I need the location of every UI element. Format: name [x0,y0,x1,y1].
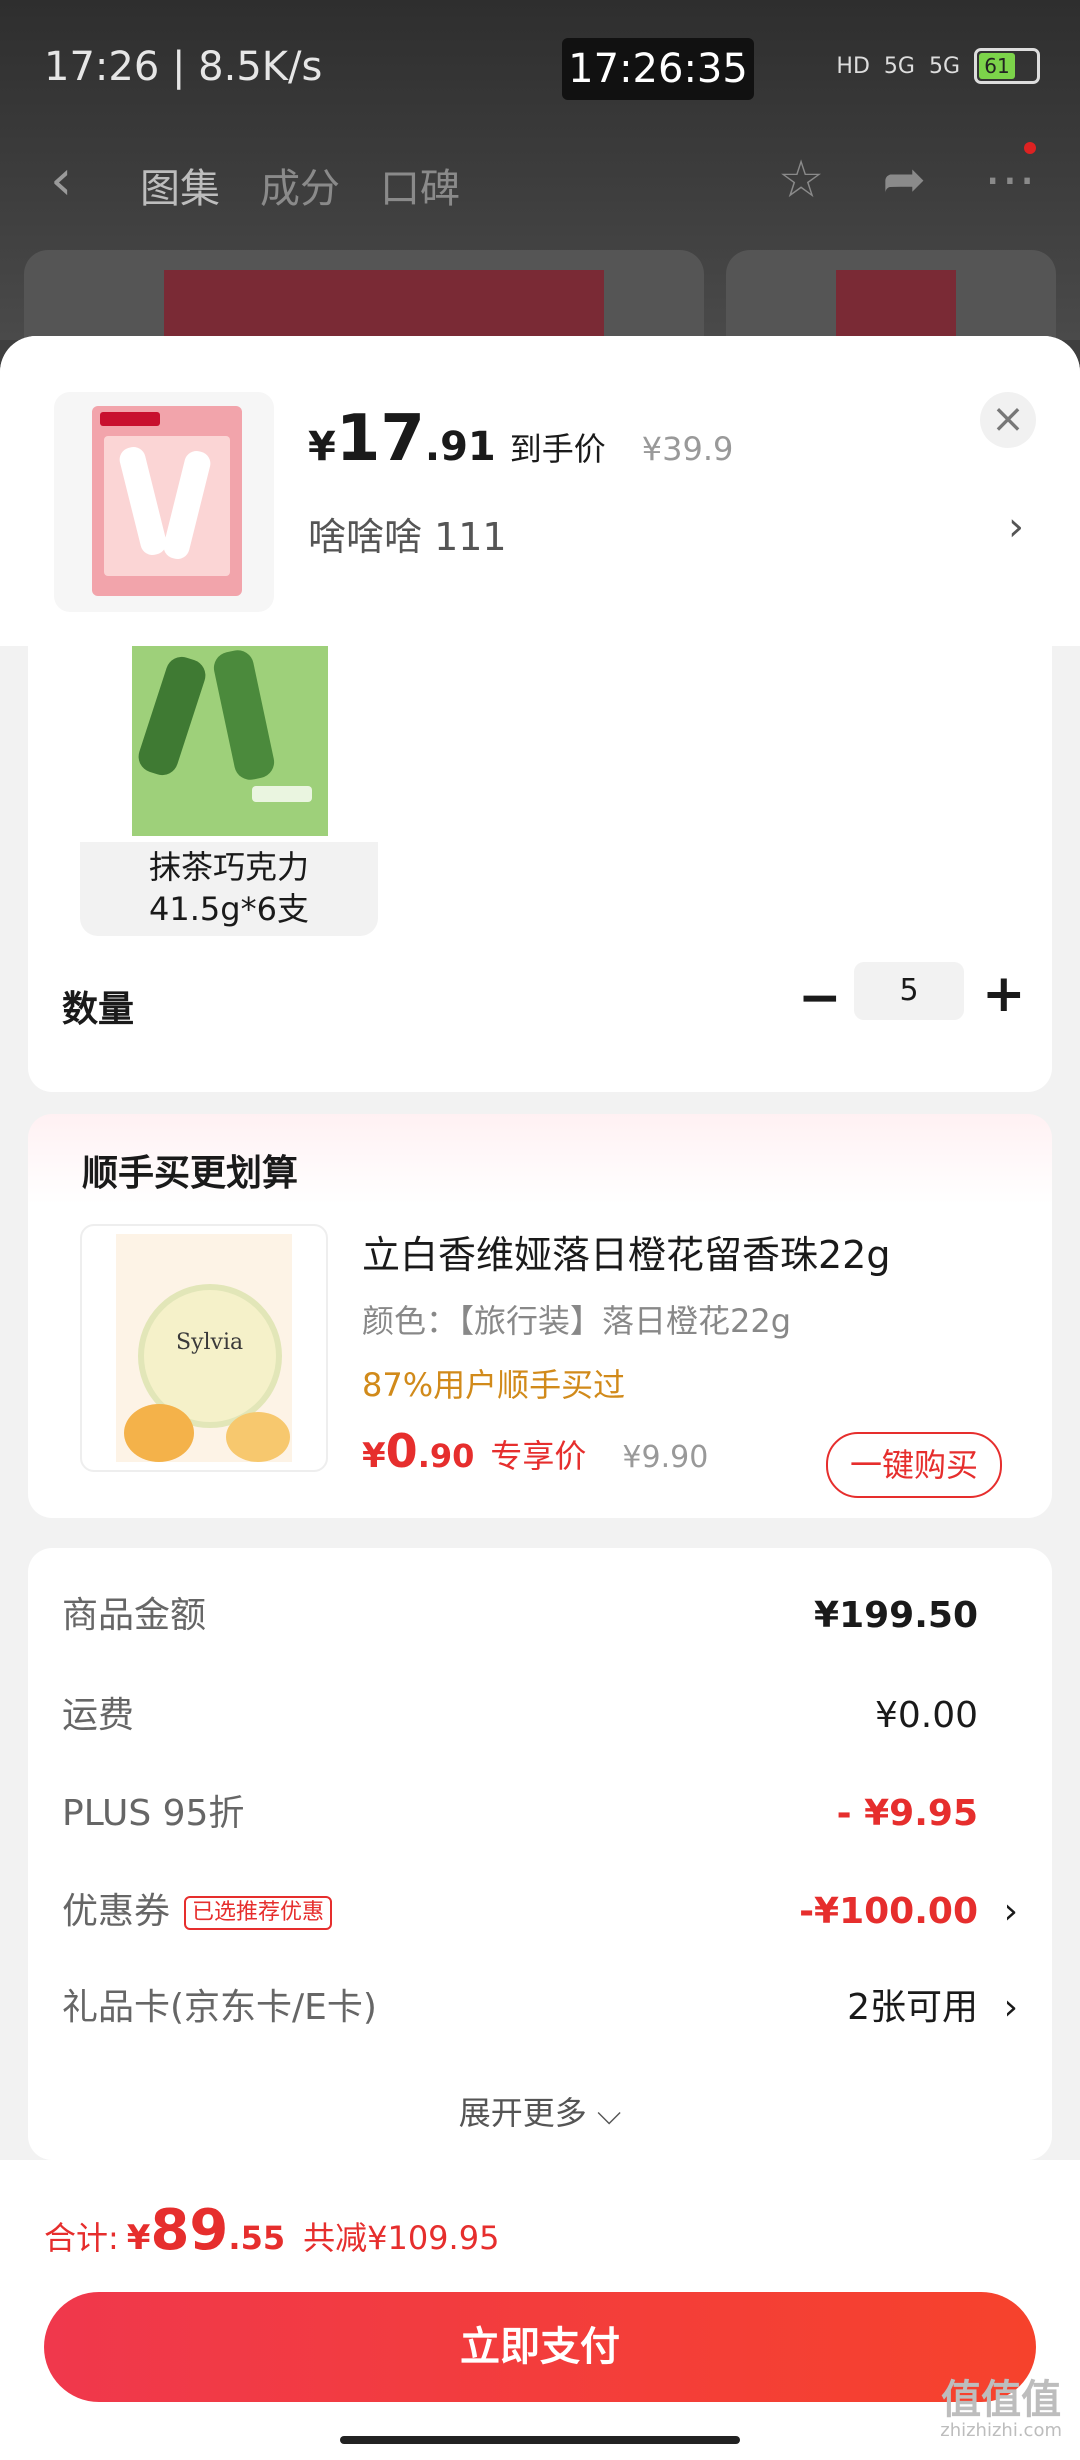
orange-shape [124,1404,194,1462]
price-integer: 17 [335,402,425,476]
summary-row-goods: 商品金额 ¥199.50 [62,1588,1018,1644]
upsell-price-tag: 专享价 [490,1437,587,1475]
summary-row-shipping: 运费 ¥0.00 [62,1688,1018,1744]
sku-image [80,646,378,842]
upsell-price-integer: 0 [385,1424,418,1478]
sku-size: 41.5g*6支 [149,890,309,928]
tab-ingredients[interactable]: 成分 [260,156,340,214]
battery-icon: 61 [974,48,1040,84]
purchase-sheet: ¥ 17 .91 到手价 ¥39.9 × 啥啥啥 111 › 抹茶巧克力 41.… [0,336,1080,2460]
checkout-footer: 合计: ¥ 89 .55 共减¥109.95 立即支付 [0,2160,1080,2460]
summary-value: ¥0.00 [874,1695,978,1736]
minus-icon[interactable]: − [798,968,842,1028]
total-amount: 合计: ¥ 89 .55 共减¥109.95 [44,2198,499,2263]
quantity-input[interactable]: 5 [854,962,964,1020]
original-price: ¥39.9 [641,430,734,468]
one-click-buy-button[interactable]: 一键购买 [826,1432,1002,1498]
upsell-price-currency: ¥ [362,1436,386,1476]
total-decimal: .55 [228,2219,286,2257]
status-clock: 17:26:35 [562,38,754,100]
selected-variant[interactable]: 啥啥啥 111 [308,506,507,561]
matcha-box-image [132,646,328,836]
summary-row-plus: PLUS 95折 - ¥9.95 [62,1786,1018,1842]
plus-icon[interactable]: + [982,964,1026,1024]
total-integer: 89 [150,2198,229,2263]
status-time-speed: 17:26 | 8.5K/s [44,44,323,90]
quantity-label: 数量 [62,989,135,1030]
watermark-sub: zhizhizhi.com [940,2420,1062,2441]
summary-row-giftcard[interactable]: 礼品卡(京东卡/E卡) 2张可用 › [62,1980,1018,2036]
nav-actions: ☆ ➦ ⋯ [778,150,1036,210]
tab-reviews[interactable]: 口碑 [380,156,460,214]
ice-bar-shape-2 [210,647,278,783]
chevron-right-icon[interactable]: › [1004,1884,1018,1940]
summary-value: ¥199.50 [814,1595,978,1636]
chevron-right-icon[interactable]: › [1004,1980,1018,2036]
total-label: 合计: [44,2219,119,2257]
status-indicators: HD 5G 5G 61 [836,48,1040,84]
brand-logo-shape [100,412,160,426]
summary-row-coupon[interactable]: 优惠券 已选推荐优惠 -¥100.00 › [62,1884,1018,1940]
sku-name: 抹茶巧克力 41.5g*6支 [80,846,378,930]
product-thumbnail [54,392,274,612]
upsell-product-name[interactable]: 立白香维娅落日橙花留香珠22g [362,1224,890,1279]
order-summary: 商品金额 ¥199.50 运费 ¥0.00 PLUS 95折 - ¥9.95 优… [28,1548,1052,2160]
status-bar: 17:26 | 8.5K/s 17:26:35 HD 5G 5G 61 [0,0,1080,130]
strawberry-box-image [92,406,242,596]
summary-label: 礼品卡(京东卡/E卡) [62,1987,377,2028]
star-icon[interactable]: ☆ [778,150,825,210]
share-icon[interactable]: ➦ [882,150,926,210]
expand-more-button[interactable]: 展开更多 ⌵ [28,2088,1052,2134]
signal-5g-icon-2: 5G [928,53,960,79]
upsell-price: ¥ 0 .90 专享价 ¥9.90 [362,1424,708,1478]
notification-dot [1024,142,1036,154]
total-currency: ¥ [126,2218,151,2258]
orange-shape-2 [226,1412,290,1462]
summary-label: 商品金额 [62,1595,207,1636]
summary-label: 运费 [62,1695,135,1736]
more-icon[interactable]: ⋯ [984,150,1036,210]
summary-value: -¥100.00 [799,1891,978,1932]
coupon-label: 优惠券 [62,1891,171,1932]
top-nav: ‹ 图集 成分 口碑 ☆ ➦ ⋯ [0,130,1080,240]
home-indicator[interactable] [340,2436,740,2444]
price-tag: 到手价 [509,430,606,468]
upsell-original-price: ¥9.90 [622,1440,709,1475]
chevron-right-icon[interactable]: › [1008,504,1024,550]
product-price: ¥ 17 .91 到手价 ¥39.9 [308,402,733,476]
price-decimal: .91 [424,424,496,470]
sheet-header: ¥ 17 .91 到手价 ¥39.9 × 啥啥啥 111 › [0,336,1080,646]
upsell-thumbnail[interactable]: Sylvia [80,1224,328,1472]
summary-value: - ¥9.95 [836,1793,978,1834]
coupon-recommended-badge: 已选推荐优惠 [184,1896,333,1930]
close-button[interactable]: × [980,392,1036,448]
total-saved: 共减¥109.95 [303,2219,500,2257]
hd-icon: HD [836,53,870,79]
upsell-spec: 颜色：【旅行装】落日橙花22g [362,1302,792,1340]
signal-5g-icon: 5G [883,53,915,79]
battery-level: 61 [979,53,1015,79]
summary-label: 优惠券 已选推荐优惠 [62,1884,333,1940]
upsell-card: 顺手买更划算 Sylvia 立白香维娅落日橙花留香珠22g 颜色：【旅行装】落日… [28,1114,1052,1518]
pack-brand: Sylvia [176,1330,244,1355]
ice-bar-shape [134,652,210,780]
price-currency: ¥ [308,424,336,470]
scent-bead-pack-image: Sylvia [116,1234,292,1462]
watermark-main: 值值值 [941,2377,1062,2423]
background-page: 17:26 | 8.5K/s 17:26:35 HD 5G 5G 61 ‹ 图集… [0,0,1080,370]
summary-label: PLUS 95折 [62,1793,245,1834]
nav-tabs: 图集 成分 口碑 [140,156,460,214]
back-arrow-icon[interactable]: ‹ [50,148,72,213]
pay-now-button[interactable]: 立即支付 [44,2292,1036,2402]
box-label [252,786,312,802]
upsell-stat: 87%用户顺手买过 [362,1366,626,1404]
upsell-price-decimal: .90 [417,1437,475,1475]
upsell-title: 顺手买更划算 [82,1153,299,1194]
sku-card: 抹茶巧克力 41.5g*6支 数量 − 5 + [28,646,1052,1092]
sku-option[interactable]: 抹茶巧克力 41.5g*6支 [80,646,378,936]
summary-value: 2张可用 [847,1987,978,2028]
watermark: 值值值 zhizhizhi.com [940,2380,1062,2442]
tab-gallery[interactable]: 图集 [140,156,220,214]
sku-flavor: 抹茶巧克力 [148,848,309,886]
